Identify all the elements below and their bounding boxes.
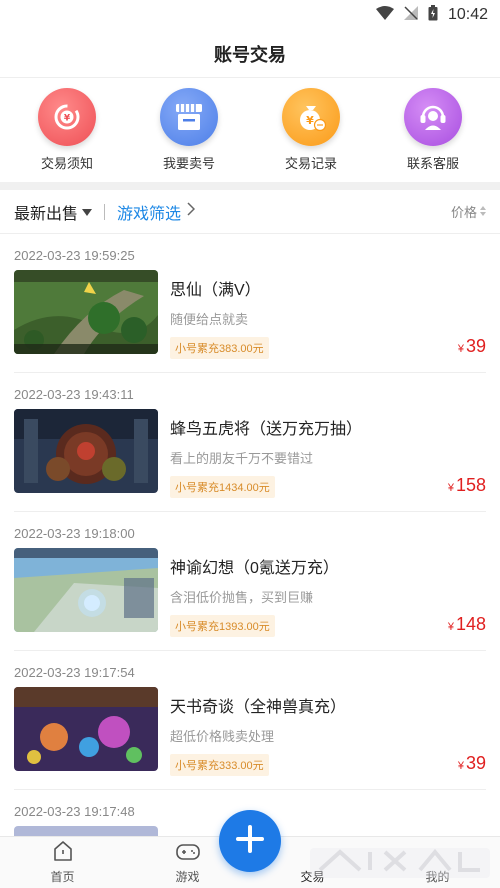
status-time: 10:42	[447, 6, 488, 23]
currency-symbol: ¥	[457, 343, 464, 355]
shortcut-row: ¥ 交易须知 我要卖号 ¥ 交易记录 联系客服	[0, 78, 500, 182]
shortcut-trade-records[interactable]: ¥ 交易记录	[256, 88, 366, 172]
watermark-logo	[310, 840, 490, 884]
svg-text:¥: ¥	[306, 114, 314, 127]
listing-time: 2022-03-23 19:17:54	[14, 665, 135, 680]
tab-label: 游戏	[175, 870, 200, 884]
currency-symbol: ¥	[447, 621, 454, 633]
game-filter-label: 游戏筛选	[117, 205, 182, 223]
listing-item[interactable]: 2022-03-23 19:18:00 神谕幻想（0氪送万充） 含泪低价抛售，买…	[14, 512, 486, 651]
listing-item[interactable]: 2022-03-23 19:59:25 思仙（满V） 随便给点就卖 小号累充38…	[14, 234, 486, 373]
battery-icon	[428, 5, 438, 25]
listing-title: 思仙（满V）	[170, 282, 261, 299]
game-filter-button[interactable]: 游戏筛选	[117, 200, 196, 224]
currency-symbol: ¥	[447, 482, 454, 494]
refresh-yen-icon: ¥	[38, 88, 96, 146]
listing-price: ¥158	[448, 475, 486, 496]
game-thumbnail	[14, 270, 158, 354]
shortcut-label: 我要卖号	[162, 156, 215, 171]
listing-description: 随便给点就卖	[170, 312, 249, 327]
sort-arrows-icon	[480, 204, 486, 219]
listing-item[interactable]: 2022-03-23 19:43:11 蜂鸟五虎将（送万充万抽） 看上的朋友千万…	[14, 373, 486, 512]
listing-description: 含泪低价抛售，买到巨赚	[170, 590, 314, 605]
app-header: 账号交易	[0, 30, 500, 78]
listing-title: 蜂鸟五虎将（送万充万抽）	[170, 421, 363, 438]
caret-down-icon	[82, 203, 93, 221]
price-sort-button[interactable]: 价格	[451, 202, 486, 221]
listing-description: 看上的朋友千万不要错过	[170, 451, 314, 466]
shortcut-label: 交易记录	[284, 156, 337, 171]
listing: 2022-03-23 19:59:25 思仙（满V） 随便给点就卖 小号累充38…	[0, 234, 500, 888]
add-button[interactable]	[219, 810, 281, 872]
listing-time: 2022-03-23 19:18:00	[14, 526, 135, 541]
price-value: 39	[465, 753, 486, 773]
sort-dropdown[interactable]: 最新出售	[14, 200, 93, 224]
recharge-badge: 小号累充383.00元	[170, 337, 269, 359]
game-thumbnail	[14, 687, 158, 771]
tab-home[interactable]: 首页	[0, 837, 125, 888]
recharge-badge: 小号累充333.00元	[170, 754, 269, 776]
shortcut-customer-service[interactable]: 联系客服	[378, 88, 488, 172]
listing-time: 2022-03-23 19:59:25	[14, 248, 135, 263]
game-thumbnail	[14, 548, 158, 632]
price-value: 148	[455, 614, 486, 634]
shortcut-sell-account[interactable]: 我要卖号	[134, 88, 244, 172]
recharge-badge: 小号累充1434.00元	[170, 476, 275, 498]
home-icon	[51, 839, 75, 866]
listing-description: 超低价格贱卖处理	[170, 729, 275, 744]
section-divider	[0, 182, 500, 190]
headset-icon	[404, 88, 462, 146]
status-bar: 10:42	[0, 0, 500, 30]
listing-price: ¥39	[458, 753, 486, 774]
no-signal-icon	[403, 6, 418, 24]
page-title: 账号交易	[214, 44, 286, 65]
recharge-badge: 小号累充1393.00元	[170, 615, 275, 637]
tab-label: 首页	[50, 870, 75, 884]
price-sort-label: 价格	[450, 205, 477, 220]
listing-price: ¥39	[458, 336, 486, 357]
game-thumbnail	[14, 409, 158, 493]
money-bag-icon: ¥	[282, 88, 340, 146]
svg-text:¥: ¥	[64, 114, 71, 124]
chevron-right-icon	[187, 202, 196, 221]
wifi-icon	[375, 6, 394, 24]
listing-title: 神谕幻想（0氪送万充）	[170, 560, 339, 577]
plus-icon	[235, 824, 265, 859]
filter-bar: 最新出售 游戏筛选 价格	[0, 190, 500, 234]
listing-item[interactable]: 2022-03-23 19:17:54 天书奇谈（全神兽真充） 超低价格贱卖处理…	[14, 651, 486, 790]
filter-separator	[104, 203, 106, 220]
shop-icon	[160, 88, 218, 146]
sort-label: 最新出售	[14, 205, 79, 223]
gamepad-icon	[175, 841, 201, 866]
listing-time: 2022-03-23 19:43:11	[14, 387, 134, 402]
listing-title: 天书奇谈（全神兽真充）	[170, 699, 347, 716]
currency-symbol: ¥	[457, 760, 464, 772]
shortcut-trade-notice[interactable]: ¥ 交易须知	[12, 88, 122, 172]
price-value: 158	[455, 475, 486, 495]
shortcut-label: 交易须知	[40, 156, 93, 171]
shortcut-label: 联系客服	[406, 156, 459, 171]
listing-price: ¥148	[448, 614, 486, 635]
price-value: 39	[465, 336, 486, 356]
